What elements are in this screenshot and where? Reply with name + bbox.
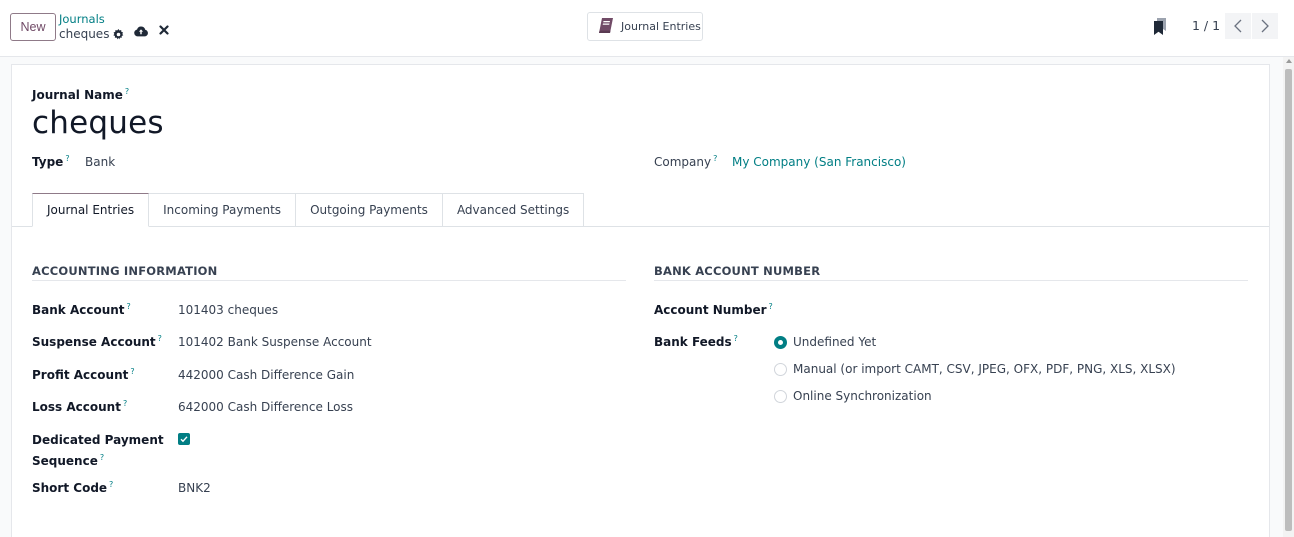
dedicated-label-line2: Sequence bbox=[32, 454, 98, 468]
new-button[interactable]: New bbox=[10, 13, 56, 41]
bank-account-label-text: Bank Account bbox=[32, 303, 125, 317]
bank-feeds-label-text: Bank Feeds bbox=[654, 335, 732, 349]
chevron-right-icon bbox=[1261, 19, 1269, 33]
help-icon[interactable]: ? bbox=[100, 453, 104, 462]
type-value[interactable]: Bank bbox=[85, 155, 115, 169]
bank-feeds-option-online[interactable]: Online Synchronization bbox=[774, 389, 932, 403]
help-icon[interactable]: ? bbox=[130, 367, 134, 376]
help-icon[interactable]: ? bbox=[123, 399, 127, 408]
bank-feeds-label: Bank Feeds? bbox=[654, 334, 738, 349]
short-code-value[interactable]: BNK2 bbox=[178, 481, 211, 495]
suspense-account-label: Suspense Account? bbox=[32, 334, 162, 349]
bank-feeds-option-undefined[interactable]: Undefined Yet bbox=[774, 335, 876, 349]
tab-advanced-settings[interactable]: Advanced Settings bbox=[442, 193, 585, 227]
gear-icon[interactable] bbox=[113, 28, 124, 40]
help-icon[interactable]: ? bbox=[734, 334, 738, 343]
chevron-left-icon bbox=[1234, 19, 1242, 33]
scrollbar-thumb[interactable] bbox=[1285, 69, 1292, 531]
accounting-information-title: ACCOUNTING INFORMATION bbox=[32, 264, 218, 278]
separator-line bbox=[654, 280, 1248, 281]
save-cloud-icon[interactable] bbox=[134, 26, 148, 37]
help-icon[interactable]: ? bbox=[125, 87, 129, 96]
journal-entries-smart-button[interactable]: Journal Entries bbox=[587, 12, 703, 41]
book-icon bbox=[598, 17, 614, 36]
company-label-text: Company bbox=[654, 155, 712, 169]
loss-account-value[interactable]: 642000 Cash Difference Loss bbox=[178, 400, 353, 414]
suspense-account-label-text: Suspense Account bbox=[32, 335, 156, 349]
notebook-tabs: Journal Entries Incoming Payments Outgoi… bbox=[32, 193, 585, 227]
bank-feeds-option-manual[interactable]: Manual (or import CAMT, CSV, JPEG, OFX, … bbox=[774, 362, 1176, 376]
radio-label: Online Synchronization bbox=[793, 389, 932, 403]
pager-next-button[interactable] bbox=[1252, 13, 1278, 39]
vertical-scrollbar[interactable] bbox=[1283, 57, 1294, 537]
radio-label: Undefined Yet bbox=[793, 335, 877, 349]
scroll-up-arrow-icon[interactable] bbox=[1286, 59, 1292, 63]
account-number-label: Account Number? bbox=[654, 302, 773, 317]
radio-button[interactable] bbox=[774, 362, 787, 376]
tab-incoming-payments[interactable]: Incoming Payments bbox=[149, 193, 297, 227]
company-label: Company? bbox=[654, 154, 717, 169]
help-icon[interactable]: ? bbox=[127, 302, 131, 311]
dedicated-payment-sequence-checkbox[interactable] bbox=[178, 433, 190, 445]
pager-value[interactable]: 1 / 1 bbox=[1192, 18, 1220, 33]
breadcrumb-current-label: cheques bbox=[59, 27, 110, 41]
radio-label: Manual (or import CAMT, CSV, JPEG, OFX, … bbox=[793, 362, 1176, 376]
loss-account-label: Loss Account? bbox=[32, 399, 127, 414]
journal-name-label: Journal Name? bbox=[32, 87, 129, 102]
pager-previous-button[interactable] bbox=[1225, 13, 1251, 39]
profit-account-label-text: Profit Account bbox=[32, 368, 129, 382]
journal-name-input[interactable]: cheques bbox=[32, 105, 164, 141]
smart-button-label: Journal Entries bbox=[621, 20, 701, 33]
tab-journal-entries[interactable]: Journal Entries bbox=[32, 193, 150, 227]
short-code-label: Short Code? bbox=[32, 480, 113, 495]
profit-account-label: Profit Account? bbox=[32, 367, 135, 382]
loss-account-label-text: Loss Account bbox=[32, 400, 121, 414]
account-number-input[interactable] bbox=[774, 303, 1174, 319]
breadcrumb-current: cheques bbox=[59, 27, 124, 41]
help-icon[interactable]: ? bbox=[769, 302, 773, 311]
bank-account-number-title: BANK ACCOUNT NUMBER bbox=[654, 264, 821, 278]
activity-icon[interactable] bbox=[1153, 18, 1167, 35]
radio-button[interactable] bbox=[774, 389, 787, 403]
radio-button[interactable] bbox=[774, 335, 787, 349]
discard-icon[interactable] bbox=[159, 25, 169, 35]
help-icon[interactable]: ? bbox=[65, 154, 69, 163]
help-icon[interactable]: ? bbox=[158, 334, 162, 343]
form-sheet: Journal Name? cheques Type? Bank Company… bbox=[11, 64, 1270, 537]
tab-outgoing-payments[interactable]: Outgoing Payments bbox=[296, 193, 443, 227]
company-link[interactable]: My Company (San Francisco) bbox=[732, 155, 906, 169]
control-panel: New Journals cheques Journal Entries 1 /… bbox=[0, 0, 1294, 57]
dedicated-payment-sequence-label: Dedicated Payment Sequence? bbox=[32, 431, 164, 470]
help-icon[interactable]: ? bbox=[713, 154, 717, 163]
short-code-label-text: Short Code bbox=[32, 481, 108, 495]
bank-account-value[interactable]: 101403 cheques bbox=[178, 303, 278, 317]
breadcrumb-journals[interactable]: Journals bbox=[59, 12, 105, 26]
profit-account-value[interactable]: 442000 Cash Difference Gain bbox=[178, 368, 354, 382]
suspense-account-value[interactable]: 101402 Bank Suspense Account bbox=[178, 335, 372, 349]
bank-account-label: Bank Account? bbox=[32, 302, 131, 317]
type-label: Type? bbox=[32, 154, 70, 169]
help-icon[interactable]: ? bbox=[109, 480, 113, 489]
dedicated-label-line1: Dedicated Payment bbox=[32, 433, 164, 447]
separator-line bbox=[32, 280, 626, 281]
type-label-text: Type bbox=[32, 155, 64, 169]
checkmark-icon bbox=[180, 436, 188, 443]
journal-name-label-text: Journal Name bbox=[32, 88, 123, 102]
account-number-label-text: Account Number bbox=[654, 303, 767, 317]
